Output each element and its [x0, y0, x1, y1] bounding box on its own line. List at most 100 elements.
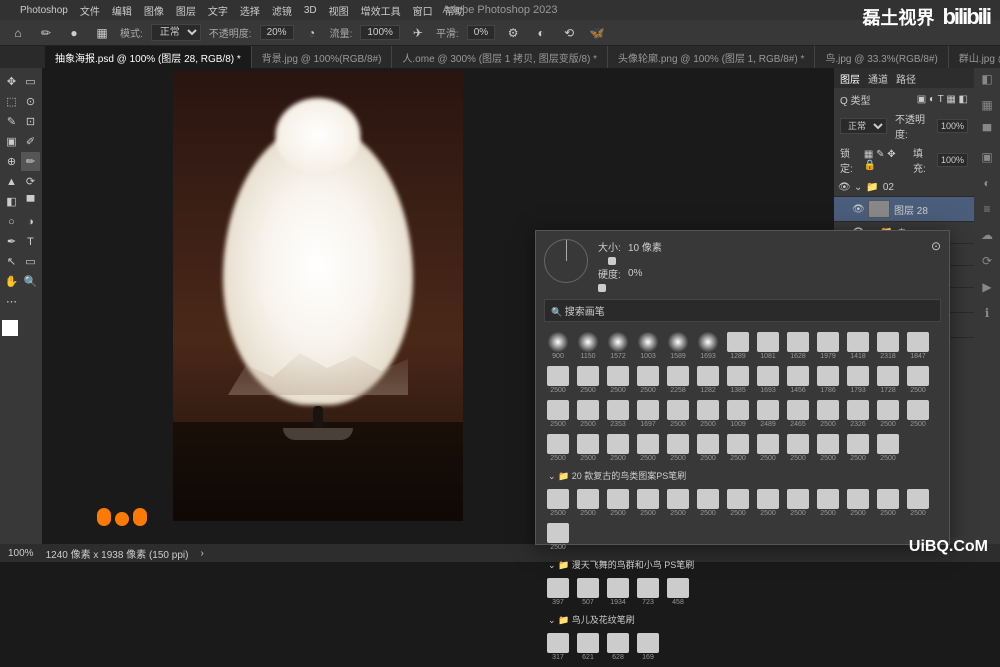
brush-preset[interactable]: 1572	[604, 330, 632, 362]
brush-preset[interactable]: 2500	[574, 398, 602, 430]
symmetry-icon[interactable]: 🦋	[587, 23, 607, 43]
hand-tool[interactable]: ✋	[2, 272, 21, 291]
brush-preset[interactable]: 2500	[574, 432, 602, 464]
brush-preset[interactable]: 2500	[634, 364, 662, 396]
brush-preset[interactable]: 2500	[544, 432, 572, 464]
dodge-tool[interactable]: ◑	[21, 212, 40, 231]
brush-preset[interactable]: 2500	[904, 364, 932, 396]
brush-preset[interactable]: 2465	[784, 398, 812, 430]
brush-tool-icon[interactable]: ✏	[36, 23, 56, 43]
angle-icon[interactable]: ◐	[531, 23, 551, 43]
flow-value[interactable]: 100%	[360, 25, 400, 40]
brush-preset[interactable]: 2500	[604, 487, 632, 519]
brush-preset[interactable]: 2500	[634, 432, 662, 464]
brush-preset[interactable]: 1081	[754, 330, 782, 362]
brush-preset[interactable]: 2353	[604, 398, 632, 430]
brush-preset[interactable]: 2500	[814, 398, 842, 430]
brush-preset[interactable]: 397	[544, 576, 572, 608]
document-tab[interactable]: 抽象海报.psd @ 100% (图层 28, RGB/8) *	[45, 46, 252, 68]
brush-preset[interactable]: 2500	[904, 398, 932, 430]
brush-preset[interactable]: 1693	[694, 330, 722, 362]
menu-edit[interactable]: 编辑	[112, 3, 132, 18]
brush-preset[interactable]: 1003	[634, 330, 662, 362]
brush-preset[interactable]: 2500	[874, 432, 902, 464]
brush-hardness-value[interactable]: 0%	[628, 268, 668, 279]
brush-preset[interactable]: 2500	[664, 487, 692, 519]
healing-tool[interactable]: ⊕	[2, 152, 21, 171]
layer-name[interactable]: 图层 28	[894, 202, 928, 217]
menu-select[interactable]: 选择	[240, 3, 260, 18]
blend-mode-select[interactable]: 正常	[151, 24, 201, 41]
brush-preset[interactable]: 1282	[694, 364, 722, 396]
menu-layer[interactable]: 图层	[176, 3, 196, 18]
brush-panel-icon[interactable]: ▦	[92, 23, 112, 43]
brush-folder[interactable]: ⌄ 📁 20 款复古的鸟类图案PS笔刷	[544, 466, 941, 485]
brush-preset[interactable]: 628	[604, 631, 632, 663]
brush-preset[interactable]: 458	[664, 576, 692, 608]
fill-value[interactable]: 100%	[937, 153, 968, 167]
tab-layers[interactable]: 图层	[840, 71, 860, 86]
brush-preset[interactable]: 900	[544, 330, 572, 362]
brush-tool[interactable]: ✏	[21, 152, 40, 171]
brush-size-value[interactable]: 10 像素	[628, 239, 668, 254]
brush-preset[interactable]: 2500	[574, 364, 602, 396]
lasso-tool[interactable]: ⊙	[21, 92, 40, 111]
layer-blend-mode[interactable]: 正常	[840, 118, 887, 134]
swatches-panel-icon[interactable]: ▦	[978, 98, 996, 116]
menu-plugins[interactable]: 增效工具	[361, 3, 401, 18]
smoothing-value[interactable]: 0%	[467, 25, 495, 40]
patterns-panel-icon[interactable]: ▣	[978, 150, 996, 168]
brush-preset[interactable]: 1728	[874, 364, 902, 396]
crop-tool[interactable]: ⊡	[21, 112, 40, 131]
brush-preset[interactable]: 2500	[754, 432, 782, 464]
artboard-tool[interactable]: ▭	[21, 72, 40, 91]
eraser-tool[interactable]: ◧	[2, 192, 21, 211]
brush-preset[interactable]: 2500	[694, 432, 722, 464]
gradient-tool[interactable]: ▀	[21, 192, 40, 211]
visibility-icon[interactable]: 👁	[852, 204, 864, 215]
home-icon[interactable]: ⌂	[8, 23, 28, 43]
tab-paths[interactable]: 路径	[896, 71, 916, 86]
brush-preset[interactable]: 1697	[634, 398, 662, 430]
chevron-down-icon[interactable]: ⌄	[854, 182, 862, 193]
type-tool[interactable]: T	[21, 232, 40, 251]
document-tab[interactable]: 人.ome @ 300% (图层 1 拷贝, 图层变版/8) *	[392, 46, 608, 68]
layer-row[interactable]: 👁⌄📁02	[834, 179, 974, 197]
tab-channels[interactable]: 通道	[868, 71, 888, 86]
edit-toolbar[interactable]: ⋯	[2, 292, 21, 311]
brush-preset[interactable]: 1385	[724, 364, 752, 396]
brush-preset[interactable]: 2500	[874, 398, 902, 430]
foreground-color[interactable]	[2, 320, 18, 336]
brush-preset[interactable]: 2500	[544, 487, 572, 519]
brush-preset[interactable]: 2500	[664, 398, 692, 430]
brush-preset[interactable]: 317	[544, 631, 572, 663]
brush-folder[interactable]: ⌄ 📁 漫天飞舞的鸟群和小鸟 PS笔刷	[544, 555, 941, 574]
actions-panel-icon[interactable]: ▶	[978, 280, 996, 298]
brush-folder[interactable]: ⌄ 📁 鸟儿及花纹笔刷	[544, 610, 941, 629]
smoothing-options-icon[interactable]: ⚙	[503, 23, 523, 43]
brush-preset[interactable]: 2318	[874, 330, 902, 362]
lock-icons[interactable]: ▦ ✎ ✥ 🔒	[864, 149, 905, 171]
menu-type[interactable]: 文字	[208, 3, 228, 18]
blur-tool[interactable]: ○	[2, 212, 21, 231]
marquee-tool[interactable]: ⬚	[2, 92, 21, 111]
brush-preset[interactable]: 2500	[664, 432, 692, 464]
airbrush-icon[interactable]: ✈	[408, 23, 428, 43]
layer-opacity-value[interactable]: 100%	[937, 119, 968, 133]
brush-preset-icon[interactable]: ●	[64, 23, 84, 43]
opacity-value[interactable]: 20%	[260, 25, 294, 40]
document-tab[interactable]: 群山.jpg @ 251%(RGB/8#)	[949, 46, 1000, 68]
pressure-size-icon[interactable]: ⟲	[559, 23, 579, 43]
color-panel-icon[interactable]: ◧	[978, 72, 996, 90]
brush-preset[interactable]: 1009	[724, 398, 752, 430]
brush-search-input[interactable]: 🔍 搜索画笔	[544, 299, 941, 322]
brush-preset[interactable]: 2500	[784, 487, 812, 519]
brush-preset[interactable]: 2500	[784, 432, 812, 464]
info-panel-icon[interactable]: ℹ	[978, 306, 996, 324]
brush-preset[interactable]: 1289	[724, 330, 752, 362]
brush-preset[interactable]: 2500	[814, 487, 842, 519]
document-tab[interactable]: 鸟.jpg @ 33.3%(RGB/8#)	[815, 46, 948, 68]
brush-preset[interactable]: 2326	[844, 398, 872, 430]
brush-preset[interactable]: 2500	[634, 487, 662, 519]
brush-preset[interactable]: 2489	[754, 398, 782, 430]
